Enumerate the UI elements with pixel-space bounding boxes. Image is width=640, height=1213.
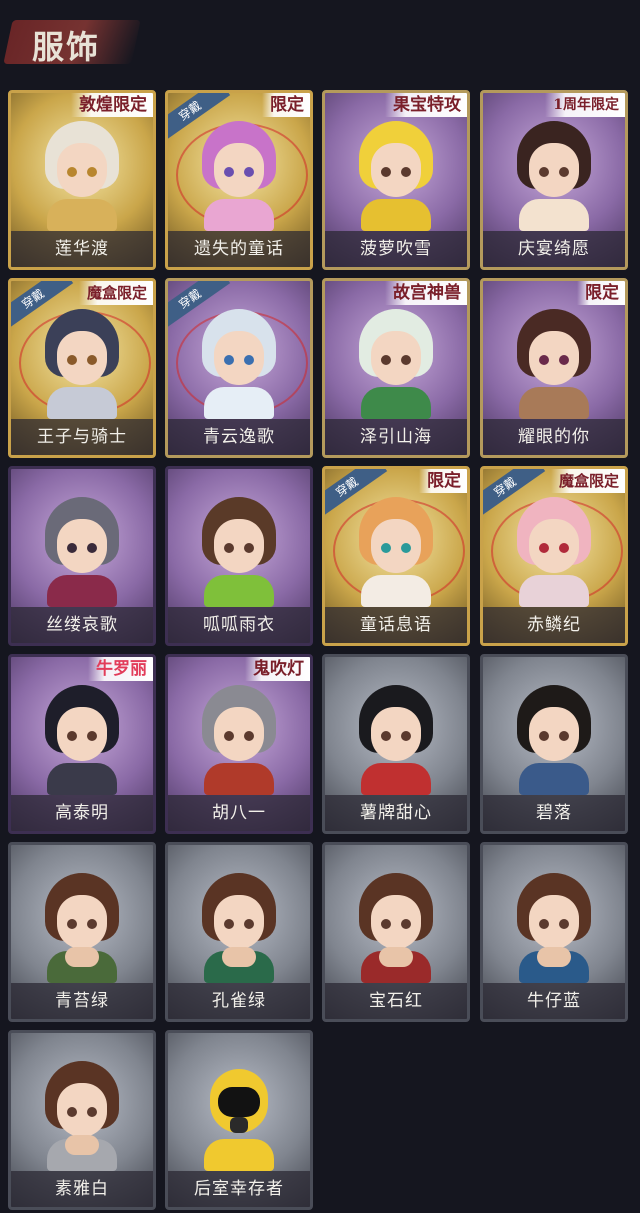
- costume-card[interactable]: 薯牌甜心: [322, 654, 470, 834]
- costume-card[interactable]: 素雅白: [8, 1030, 156, 1210]
- character-portrait: [39, 873, 125, 983]
- costume-name: 青苔绿: [11, 983, 153, 1019]
- costume-name: 高泰明: [11, 795, 153, 831]
- costume-name: 素雅白: [11, 1171, 153, 1207]
- tag-blindbox-limited: 魔盒限定: [78, 281, 153, 305]
- character-portrait: [353, 685, 439, 795]
- tag-blindbox-limited: 魔盒限定: [550, 469, 625, 493]
- character-portrait: [196, 1061, 282, 1171]
- character-portrait: [353, 873, 439, 983]
- costume-name: 童话息语: [325, 607, 467, 643]
- costume-name: 莲华渡: [11, 231, 153, 267]
- tag-fruit: 果宝特攻: [385, 93, 467, 117]
- costume-name: 孔雀绿: [168, 983, 310, 1019]
- costume-card[interactable]: 碧落: [480, 654, 628, 834]
- costume-name: 胡八一: [168, 795, 310, 831]
- character-portrait: [39, 121, 125, 231]
- costume-name: 碧落: [483, 795, 625, 831]
- character-portrait: [511, 309, 597, 419]
- costume-name: 菠萝吹雪: [325, 231, 467, 267]
- costume-name: 呱呱雨衣: [168, 607, 310, 643]
- costume-card[interactable]: 穿戴 魔盒限定 王子与骑士: [8, 278, 156, 458]
- costume-card[interactable]: 穿戴 青云逸歌: [165, 278, 313, 458]
- character-portrait: [511, 685, 597, 795]
- character-portrait: [39, 309, 125, 419]
- costume-card[interactable]: 宝石红: [322, 842, 470, 1022]
- costume-name: 丝缕哀歌: [11, 607, 153, 643]
- costume-name: 泽引山海: [325, 419, 467, 455]
- character-portrait: [196, 497, 282, 607]
- costume-card[interactable]: 穿戴 魔盒限定 赤鳞纪: [480, 466, 628, 646]
- costume-card[interactable]: 故宫神兽 泽引山海: [322, 278, 470, 458]
- character-portrait: [39, 497, 125, 607]
- costume-name: 赤鳞纪: [483, 607, 625, 643]
- costume-card[interactable]: 鬼吹灯 胡八一: [165, 654, 313, 834]
- page-title: 服饰: [32, 28, 101, 66]
- tag-collab: 牛罗丽: [88, 657, 153, 681]
- costume-card[interactable]: 孔雀绿: [165, 842, 313, 1022]
- costume-card[interactable]: 果宝特攻 菠萝吹雪: [322, 90, 470, 270]
- character-portrait: [511, 497, 597, 607]
- costume-card[interactable]: 1周年限定 庆宴绮愿: [480, 90, 628, 270]
- character-portrait: [353, 121, 439, 231]
- costume-name: 耀眼的你: [483, 419, 625, 455]
- character-portrait: [196, 121, 282, 231]
- costume-card[interactable]: 青苔绿: [8, 842, 156, 1022]
- costume-name: 遗失的童话: [168, 231, 310, 267]
- tag-ghost: 鬼吹灯: [245, 657, 310, 681]
- character-portrait: [196, 309, 282, 419]
- character-portrait: [39, 685, 125, 795]
- tag-anniversary: 1周年限定: [545, 93, 625, 117]
- character-portrait: [353, 309, 439, 419]
- character-portrait: [196, 873, 282, 983]
- section-header: 服饰: [3, 14, 141, 68]
- character-portrait: [511, 121, 597, 231]
- costume-card[interactable]: 敦煌限定 莲华渡: [8, 90, 156, 270]
- costume-card[interactable]: 穿戴 限定 童话息语: [322, 466, 470, 646]
- costume-card[interactable]: 牛罗丽 高泰明: [8, 654, 156, 834]
- character-portrait: [353, 497, 439, 607]
- costume-card[interactable]: 穿戴 限定 遗失的童话: [165, 90, 313, 270]
- costume-card[interactable]: 呱呱雨衣: [165, 466, 313, 646]
- character-portrait: [39, 1061, 125, 1171]
- costume-name: 青云逸歌: [168, 419, 310, 455]
- character-portrait: [511, 873, 597, 983]
- tag-palace: 故宫神兽: [385, 281, 467, 305]
- character-portrait: [196, 685, 282, 795]
- tag-dunhuang-limited: 敦煌限定: [71, 93, 153, 117]
- costume-name: 薯牌甜心: [325, 795, 467, 831]
- tag-limited: 限定: [419, 469, 467, 493]
- costume-name: 后室幸存者: [168, 1171, 310, 1207]
- costume-name: 宝石红: [325, 983, 467, 1019]
- costume-card[interactable]: 后室幸存者: [165, 1030, 313, 1210]
- costume-name: 牛仔蓝: [483, 983, 625, 1019]
- costume-name: 王子与骑士: [11, 419, 153, 455]
- costume-card[interactable]: 牛仔蓝: [480, 842, 628, 1022]
- tag-limited: 限定: [262, 93, 310, 117]
- tag-limited: 限定: [577, 281, 625, 305]
- costume-card[interactable]: 丝缕哀歌: [8, 466, 156, 646]
- costume-card[interactable]: 限定 耀眼的你: [480, 278, 628, 458]
- costume-name: 庆宴绮愿: [483, 231, 625, 267]
